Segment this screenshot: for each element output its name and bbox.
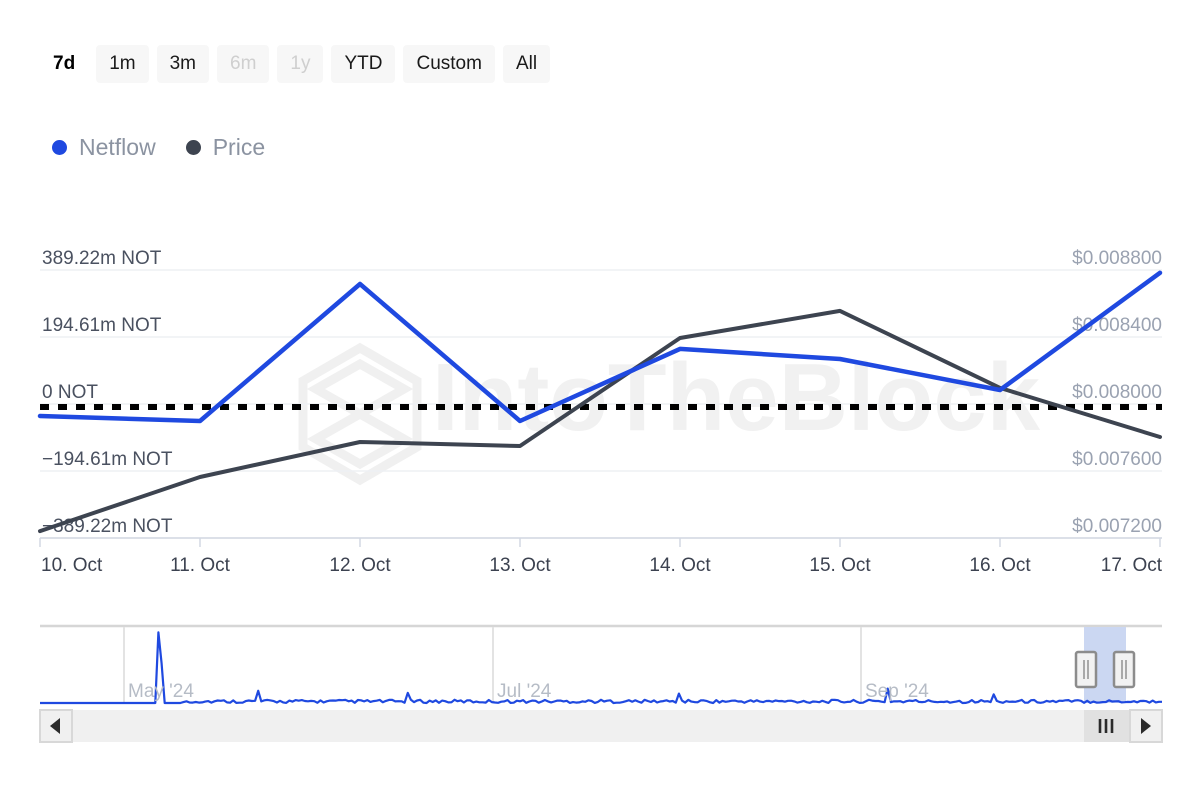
legend-label: Netflow bbox=[79, 133, 156, 161]
legend-item-price[interactable]: Price bbox=[186, 133, 265, 161]
x-axis-tick-labels: 10. Oct 11. Oct 12. Oct 13. Oct 14. Oct 15. O… bbox=[41, 555, 1163, 576]
right-axis-tick-label: $0.008000 bbox=[1072, 382, 1162, 403]
scroll-right-button[interactable] bbox=[1130, 710, 1162, 742]
navigator-svg: May '24 Jul '24 Sep '24 bbox=[0, 615, 1200, 745]
scrollbar-track[interactable] bbox=[40, 710, 1162, 742]
navigator-month-labels: May '24 Jul '24 Sep '24 bbox=[128, 681, 929, 702]
right-axis-tick-labels: $0.008800$0.008400$0.008000$0.007600$0.0… bbox=[1072, 248, 1162, 537]
legend-label: Price bbox=[213, 133, 265, 161]
range-button-1y: 1y bbox=[277, 45, 323, 83]
right-axis-tick-label: $0.008800 bbox=[1072, 248, 1162, 269]
range-selector: 7d1m3m6m1yYTDCustomAll bbox=[40, 45, 550, 83]
right-axis-tick-label: $0.007600 bbox=[1072, 449, 1162, 470]
chart-navigator[interactable]: May '24 Jul '24 Sep '24 bbox=[0, 615, 1200, 745]
x-axis-tick-label: 11. Oct bbox=[170, 555, 231, 576]
legend-marker-icon bbox=[186, 140, 201, 155]
left-axis-tick-label: −389.22m NOT bbox=[42, 516, 173, 537]
watermark-text: IntoTheBlock bbox=[432, 344, 1041, 451]
range-button-ytd[interactable]: YTD bbox=[331, 45, 395, 83]
navigator-month-label: Sep '24 bbox=[865, 681, 929, 702]
navigator-month-label: Jul '24 bbox=[497, 681, 552, 702]
x-axis-tick-label: 12. Oct bbox=[329, 555, 391, 576]
x-axis-tick-label: 10. Oct bbox=[41, 555, 103, 576]
range-button-all[interactable]: All bbox=[503, 45, 550, 83]
navigator-handle-left[interactable] bbox=[1076, 652, 1096, 687]
x-axis-tick-label: 13. Oct bbox=[489, 555, 551, 576]
x-axis-tick-label: 16. Oct bbox=[969, 555, 1031, 576]
range-button-1m[interactable]: 1m bbox=[96, 45, 148, 83]
left-axis-tick-label: 0 NOT bbox=[42, 382, 98, 403]
x-axis-tick-label: 15. Oct bbox=[809, 555, 871, 576]
range-button-3m[interactable]: 3m bbox=[157, 45, 209, 83]
navigator-handle-right[interactable] bbox=[1114, 652, 1134, 687]
left-axis-tick-label: 389.22m NOT bbox=[42, 248, 162, 269]
watermark-intotheblock: IntoTheBlock bbox=[303, 344, 1041, 480]
range-button-custom[interactable]: Custom bbox=[403, 45, 494, 83]
navigator-series-line bbox=[40, 632, 1162, 703]
legend-item-netflow[interactable]: Netflow bbox=[52, 133, 156, 161]
left-axis-tick-label: 194.61m NOT bbox=[42, 315, 162, 336]
scroll-left-button[interactable] bbox=[40, 710, 72, 742]
range-button-7d[interactable]: 7d bbox=[40, 45, 88, 83]
right-axis-tick-label: $0.007200 bbox=[1072, 516, 1162, 537]
x-axis-tick-label: 17. Oct bbox=[1101, 555, 1163, 576]
range-button-6m: 6m bbox=[217, 45, 269, 83]
left-axis-tick-label: −194.61m NOT bbox=[42, 449, 173, 470]
x-axis-tick-label: 14. Oct bbox=[649, 555, 711, 576]
x-axis-ticks bbox=[40, 538, 1160, 547]
chart-svg: IntoTheBlock 389.22m NOT 194.61m NOT 0 NOT… bbox=[0, 200, 1200, 600]
navigator-month-separators bbox=[124, 627, 861, 703]
legend-marker-icon bbox=[52, 140, 67, 155]
chart-legend: Netflow Price bbox=[52, 133, 265, 161]
navigator-month-label: May '24 bbox=[128, 681, 194, 702]
chart-plot-area[interactable]: IntoTheBlock 389.22m NOT 194.61m NOT 0 NOT… bbox=[0, 200, 1200, 600]
